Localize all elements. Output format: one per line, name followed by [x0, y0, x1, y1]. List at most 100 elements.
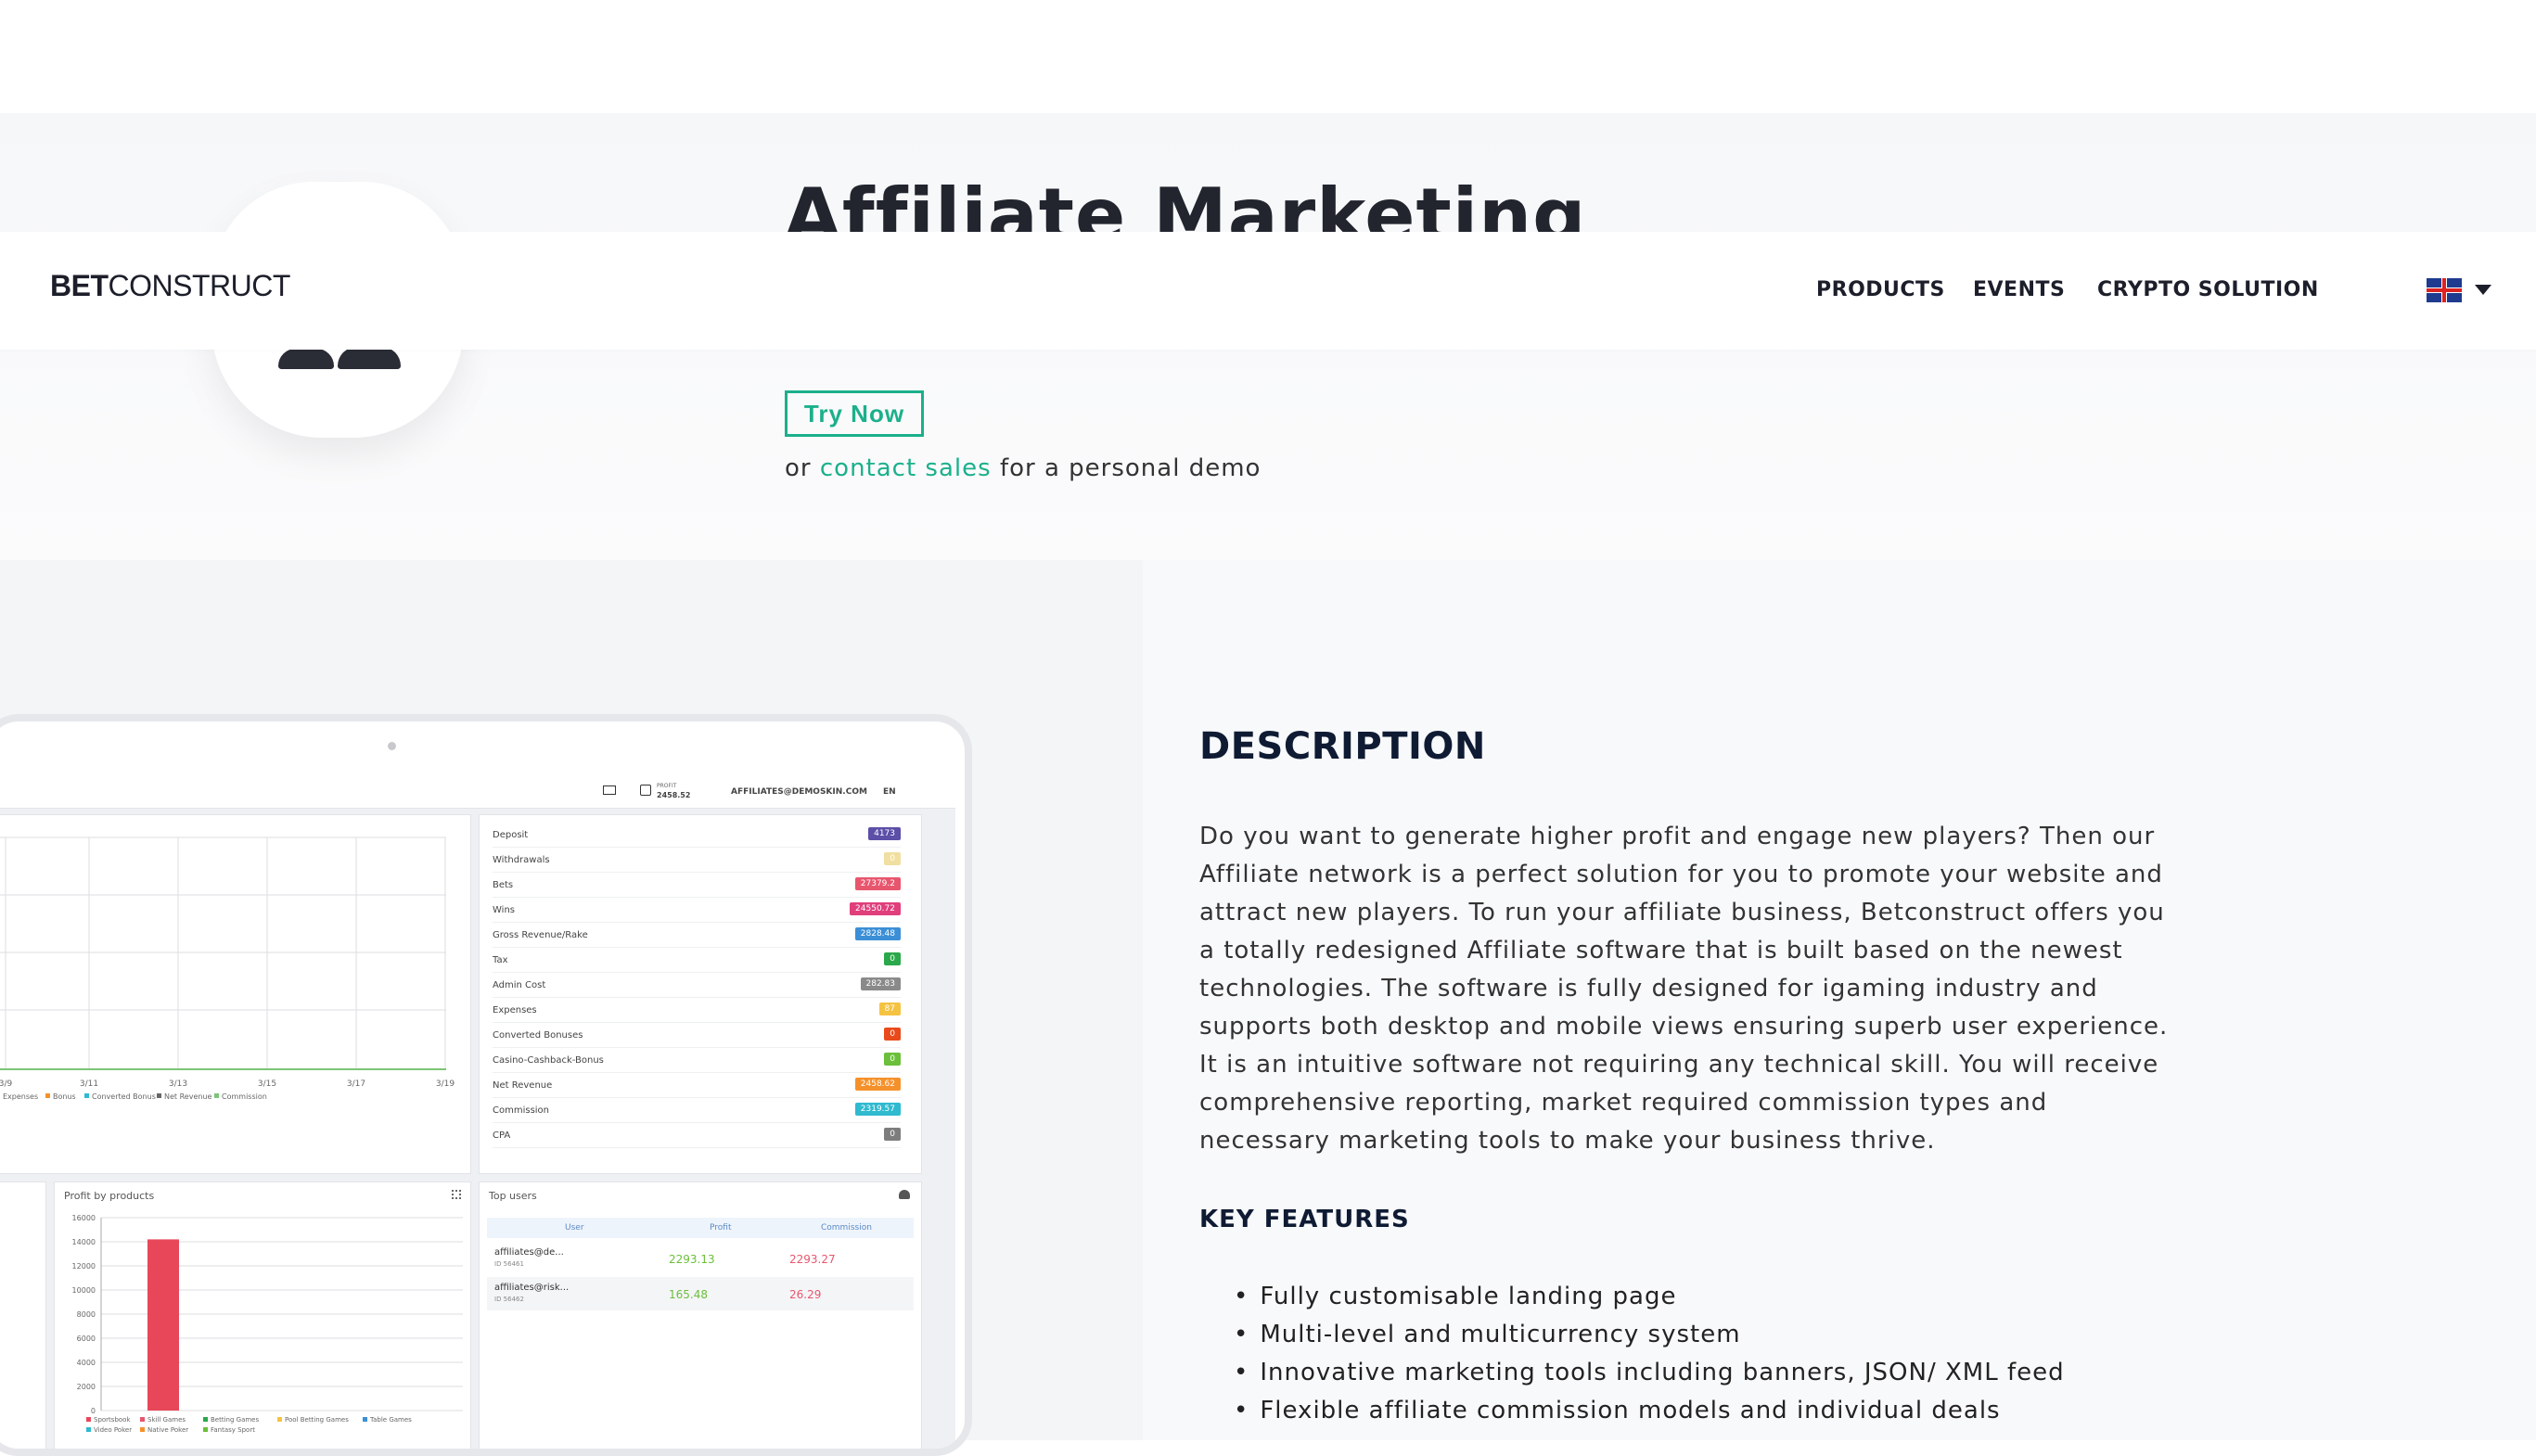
stat-badge: 4173 — [868, 827, 901, 840]
stat-row: Commission 2319.57 — [493, 1098, 901, 1123]
stat-badge: 24550.72 — [850, 902, 901, 915]
stat-row: Net Revenue 2458.62 — [493, 1073, 901, 1098]
panel-title: Profit by products — [64, 1190, 155, 1202]
stat-badge: 87 — [878, 1003, 901, 1015]
stat-label: Wins — [493, 905, 515, 915]
logo[interactable]: BETCONSTRUCT — [50, 269, 290, 303]
stat-row: Deposit 4173 — [493, 823, 901, 848]
stat-label: Withdrawals — [493, 855, 550, 865]
contact-sales-link[interactable]: contact sales — [820, 454, 992, 482]
legend-item: Bonus — [53, 1092, 76, 1101]
stat-label: Gross Revenue/Rake — [493, 930, 588, 940]
list-item: Innovative marketing tools including ban… — [1234, 1354, 2065, 1392]
legend-swatch — [140, 1427, 145, 1432]
legend-item: Betting Games — [211, 1416, 259, 1424]
camera-dot — [388, 742, 396, 750]
y-tick: 2000 — [77, 1383, 96, 1391]
bar-sportsbook — [147, 1239, 179, 1411]
stat-row: Casino-Cashback-Bonus 0 — [493, 1048, 901, 1073]
table-row[interactable]: affiliates@de... ID 56461 2293.13 2293.2… — [487, 1242, 914, 1275]
y-tick: 0 — [91, 1407, 96, 1415]
legend-item: Pool Betting Games — [285, 1416, 349, 1424]
try-now-button[interactable]: Try Now — [785, 390, 924, 437]
legend-item: Expenses — [3, 1092, 38, 1101]
legend-swatch — [203, 1417, 208, 1422]
revenue-chart-panel: 3/9 3/11 3/13 3/15 3/17 3/19 Expenses Bo… — [0, 814, 471, 1174]
stat-badge: 2319.57 — [854, 1103, 901, 1116]
panel-title: Top users — [489, 1190, 537, 1202]
x-tick: 3/17 — [347, 1079, 365, 1089]
laptop-mockup: PROFIT 2458.52 AFFILIATES@DEMOSKIN.COM E… — [0, 714, 972, 1456]
stat-badge: 0 — [884, 1028, 901, 1041]
legend-item: Table Games — [369, 1416, 412, 1424]
chevron-down-icon[interactable] — [2475, 285, 2491, 295]
legend-item: Converted Bonus — [92, 1092, 156, 1101]
wallet-icon — [640, 785, 651, 796]
description-text: Do you want to generate higher profit an… — [1199, 823, 2169, 1155]
legend-swatch — [203, 1427, 208, 1432]
y-tick: 8000 — [77, 1310, 96, 1319]
y-tick: 4000 — [77, 1359, 96, 1367]
stat-label: Bets — [493, 880, 514, 890]
x-tick: 3/9 — [0, 1079, 13, 1089]
stat-row: Converted Bonuses 0 — [493, 1023, 901, 1048]
stat-label: Tax — [493, 955, 508, 965]
nav-crypto-solution[interactable]: CRYPTO SOLUTION — [2097, 278, 2319, 301]
legend-swatch — [363, 1417, 367, 1422]
revenue-line-chart: 3/9 3/11 3/13 3/15 3/17 3/19 Expenses Bo… — [0, 837, 455, 1101]
stat-row: CPA 0 — [493, 1123, 901, 1148]
profit-bar-chart: 16000 14000 12000 10000 8000 6000 4000 2000 0Spo… — [72, 1214, 463, 1434]
dashboard-screen: PROFIT 2458.52 AFFILIATES@DEMOSKIN.COM E… — [0, 777, 955, 1449]
legend-item: Net Revenue — [164, 1092, 212, 1101]
nav-events[interactable]: EVENTS — [1973, 278, 2065, 301]
stat-row: Wins 24550.72 — [493, 898, 901, 923]
top-users-panel: Top users User Profit Commission affilia… — [479, 1181, 922, 1449]
legend-swatch — [86, 1427, 91, 1432]
stat-badge: 282.83 — [860, 977, 901, 990]
legend-item: Commission — [222, 1092, 267, 1101]
grid-icon[interactable] — [452, 1190, 461, 1199]
contact-line: or contact sales for a personal demo — [785, 454, 1262, 482]
stat-row: Admin Cost 282.83 — [493, 973, 901, 998]
profit-by-products-panel: Profit by products 16000 14000 12000 10000 8… — [54, 1181, 471, 1449]
list-item: Fully customisable landing page — [1234, 1278, 2065, 1316]
stat-row: Withdrawals 0 — [493, 848, 901, 873]
left-mini-panel — [0, 1181, 46, 1449]
stat-row: Tax 0 — [493, 948, 901, 973]
legend-swatch — [86, 1417, 91, 1422]
legend-swatch — [277, 1417, 282, 1422]
stat-label: Deposit — [493, 830, 529, 840]
x-tick: 3/15 — [258, 1079, 276, 1089]
x-tick: 3/19 — [436, 1079, 455, 1089]
stat-label: Admin Cost — [493, 980, 546, 990]
nav-products[interactable]: PRODUCTS — [1816, 278, 1945, 301]
mail-icon — [603, 785, 616, 795]
features-list: Fully customisable landing page Multi-le… — [1234, 1278, 2065, 1430]
uk-flag-icon[interactable] — [2427, 278, 2462, 302]
users-icon — [899, 1190, 910, 1199]
y-tick: 10000 — [72, 1286, 96, 1295]
stat-badge: 2828.48 — [854, 927, 901, 940]
table-row[interactable]: affiliates@risk... ID 56462 165.48 26.29 — [487, 1277, 914, 1310]
stats-panel: Deposit 4173 Withdrawals 0 Bets 27379.2 Wins 24… — [479, 814, 922, 1174]
dashboard-lang[interactable]: EN — [883, 787, 896, 797]
y-tick: 16000 — [72, 1214, 96, 1222]
stat-badge: 27379.2 — [854, 877, 901, 890]
description-heading: DESCRIPTION — [1199, 725, 1486, 768]
account-menu[interactable]: AFFILIATES@DEMOSKIN.COM — [731, 787, 867, 797]
stat-label: Converted Bonuses — [493, 1030, 583, 1041]
legend-item: Video Poker — [94, 1426, 132, 1434]
legend-item: Sportsbook — [94, 1416, 131, 1424]
legend-item: Native Poker — [147, 1426, 188, 1434]
y-tick: 12000 — [72, 1262, 96, 1271]
x-tick: 3/13 — [169, 1079, 187, 1089]
legend-swatch — [140, 1417, 145, 1422]
legend-item: Skill Games — [147, 1416, 186, 1424]
dashboard-topbar: PROFIT 2458.52 AFFILIATES@DEMOSKIN.COM E… — [0, 777, 955, 809]
stat-badge: 0 — [884, 1053, 901, 1066]
stat-badge: 2458.62 — [854, 1078, 901, 1091]
stat-label: CPA — [493, 1130, 511, 1141]
list-item: Multi-level and multicurrency system — [1234, 1316, 2065, 1354]
stat-row: Gross Revenue/Rake 2828.48 — [493, 923, 901, 948]
stat-label: Net Revenue — [493, 1080, 553, 1091]
